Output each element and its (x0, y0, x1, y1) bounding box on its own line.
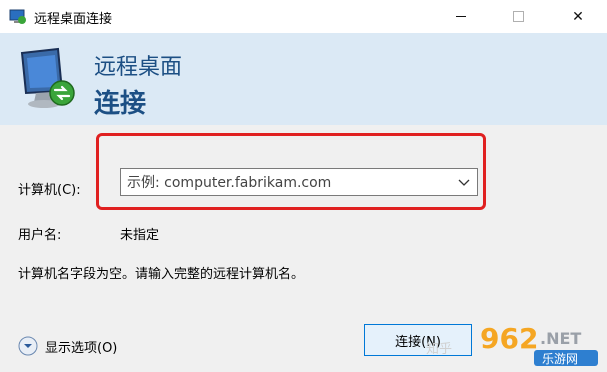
minimize-button[interactable] (438, 0, 484, 33)
minimize-icon (456, 16, 466, 17)
maximize-button[interactable] (495, 0, 541, 33)
show-options-label[interactable]: 显示选项(O) (45, 337, 117, 356)
remote-desktop-app-icon (9, 9, 26, 24)
watermark-number: 962 (480, 322, 538, 355)
chevron-down-icon[interactable] (457, 173, 471, 191)
maximize-icon (512, 11, 524, 22)
expand-circle-icon[interactable] (18, 336, 38, 356)
remote-desktop-monitor-icon (20, 47, 75, 108)
computer-combobox[interactable] (120, 168, 478, 196)
watermark-site-name: 乐游网 (542, 352, 578, 366)
computer-input[interactable] (125, 172, 449, 194)
show-options-toggle[interactable]: 显示选项(O) (18, 336, 117, 356)
banner-title-line1: 远程桌面 (94, 55, 183, 80)
close-button[interactable]: ✕ (555, 0, 601, 33)
zhihu-watermark: 知乎 (426, 342, 453, 357)
watermark-net: .NET (540, 329, 581, 348)
username-value: 未指定 (120, 228, 160, 243)
banner-title-line2: 连接 (94, 89, 147, 119)
962-watermark-logo: 962 .NET 乐游网 (480, 322, 598, 366)
status-message: 计算机名字段为空。请输入完整的远程计算机名。 (18, 267, 305, 282)
connect-button[interactable]: 连接(N) (364, 324, 472, 356)
close-icon: ✕ (572, 8, 584, 25)
computer-label: 计算机(C): (18, 183, 81, 198)
header-banner: 远程桌面 连接 (0, 33, 607, 125)
title-bar: 远程桌面连接 ✕ (0, 0, 607, 33)
window-title: 远程桌面连接 (34, 12, 113, 27)
username-label: 用户名: (18, 228, 62, 243)
